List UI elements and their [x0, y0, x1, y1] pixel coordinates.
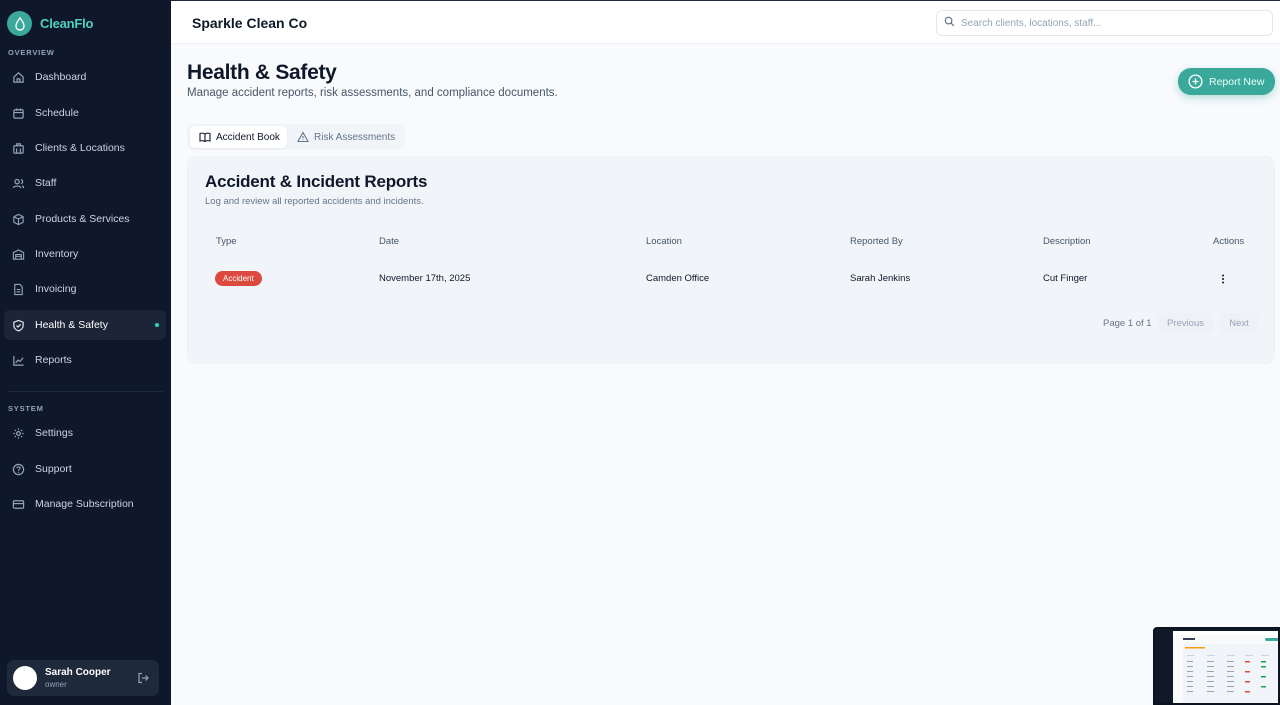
- page-title: Health & Safety: [187, 61, 337, 84]
- search-icon: [944, 14, 955, 32]
- topbar: Sparkle Clean Co: [171, 0, 1280, 44]
- brand[interactable]: CleanFlo: [7, 11, 93, 36]
- shield-check-icon: [11, 318, 25, 332]
- user-name: Sarah Cooper: [45, 667, 111, 678]
- accident-reports-card: Accident & Incident Reports Log and revi…: [187, 156, 1275, 364]
- user-card[interactable]: Sarah Cooper owner: [7, 660, 159, 696]
- column-header-actions: Actions: [1213, 236, 1245, 247]
- sidebar-item-support[interactable]: Support: [4, 454, 166, 484]
- gear-icon: [11, 426, 25, 440]
- sidebar: CleanFlo OVERVIEW Dashboard Schedule Cli…: [0, 0, 171, 705]
- more-vertical-icon[interactable]: [1218, 272, 1228, 286]
- status-badge: Accident: [215, 271, 262, 286]
- column-header-type[interactable]: Type: [216, 236, 237, 247]
- sidebar-item-settings[interactable]: Settings: [4, 418, 166, 448]
- avatar: [13, 666, 37, 690]
- users-icon: [11, 176, 25, 190]
- user-role: owner: [45, 680, 67, 689]
- cell-location: Camden Office: [646, 273, 710, 284]
- sidebar-item-label: Manage Subscription: [35, 498, 134, 510]
- thumbnail-sidebar: [1155, 629, 1172, 703]
- sidebar-item-manage-subscription[interactable]: Manage Subscription: [4, 489, 166, 519]
- system-section-label: SYSTEM: [8, 404, 44, 413]
- sidebar-item-label: Schedule: [35, 107, 79, 119]
- column-header-reported-by[interactable]: Reported By: [850, 236, 903, 247]
- tab-accident-book[interactable]: Accident Book: [190, 126, 287, 148]
- cell-description: Cut Finger: [1043, 273, 1088, 284]
- sidebar-item-dashboard[interactable]: Dashboard: [4, 62, 166, 92]
- sidebar-item-label: Clients & Locations: [35, 142, 125, 154]
- user-info: Sarah Cooper owner: [45, 667, 111, 689]
- brand-name: CleanFlo: [40, 16, 94, 31]
- calendar-icon: [11, 106, 25, 120]
- tabs: Accident Book Risk Assessments: [187, 124, 405, 150]
- column-header-date[interactable]: Date: [379, 236, 399, 247]
- report-new-button[interactable]: Report New: [1178, 68, 1275, 95]
- sidebar-item-label: Staff: [35, 177, 57, 189]
- tab-label: Accident Book: [216, 131, 280, 143]
- sidebar-item-schedule[interactable]: Schedule: [4, 98, 166, 128]
- sidebar-item-label: Reports: [35, 354, 72, 366]
- report-new-label: Report New: [1209, 75, 1265, 88]
- file-text-icon: [11, 282, 25, 296]
- sidebar-item-label: Invoicing: [35, 283, 77, 295]
- sidebar-item-label: Support: [35, 463, 72, 475]
- overview-section-label: OVERVIEW: [8, 48, 55, 57]
- sidebar-item-clients-locations[interactable]: Clients & Locations: [4, 133, 166, 163]
- cell-date: November 17th, 2025: [379, 273, 471, 284]
- box-icon: [11, 212, 25, 226]
- sidebar-item-label: Products & Services: [35, 213, 130, 225]
- active-indicator-dot: [155, 323, 159, 327]
- screen-preview-thumbnail[interactable]: [1153, 627, 1280, 705]
- column-header-description[interactable]: Description: [1043, 236, 1091, 247]
- plus-circle-icon: [1188, 74, 1203, 89]
- next-button[interactable]: Next: [1220, 313, 1258, 334]
- sidebar-item-products-services[interactable]: Products & Services: [4, 204, 166, 234]
- card-subtitle: Log and review all reported accidents an…: [205, 196, 424, 207]
- book-icon: [199, 131, 211, 143]
- sidebar-divider: [8, 391, 163, 392]
- sidebar-item-label: Dashboard: [35, 71, 87, 83]
- pagination-text: Page 1 of 1: [1103, 318, 1152, 329]
- building-icon: [11, 141, 25, 155]
- warning-triangle-icon: [297, 131, 309, 143]
- sidebar-item-reports[interactable]: Reports: [4, 345, 166, 375]
- sidebar-item-label: Inventory: [35, 248, 79, 260]
- thumbnail-main: [1173, 631, 1278, 703]
- sidebar-item-label: Settings: [35, 427, 73, 439]
- sidebar-item-staff[interactable]: Staff: [4, 168, 166, 198]
- cell-reported-by: Sarah Jenkins: [850, 273, 911, 284]
- credit-card-icon: [11, 497, 25, 511]
- search-box[interactable]: [936, 10, 1273, 36]
- company-name: Sparkle Clean Co: [192, 15, 308, 31]
- search-input[interactable]: [961, 17, 1261, 29]
- sidebar-item-inventory[interactable]: Inventory: [4, 239, 166, 269]
- tab-risk-assessments[interactable]: Risk Assessments: [288, 126, 400, 148]
- previous-button[interactable]: Previous: [1158, 313, 1213, 334]
- tab-label: Risk Assessments: [314, 131, 396, 143]
- line-chart-icon: [11, 353, 25, 367]
- sidebar-item-label: Health & Safety: [35, 319, 108, 331]
- column-header-location[interactable]: Location: [646, 236, 682, 247]
- help-circle-icon: [11, 462, 25, 476]
- home-icon: [11, 70, 25, 84]
- droplet-icon: [7, 11, 32, 36]
- sidebar-item-health-safety[interactable]: Health & Safety: [4, 310, 166, 340]
- warehouse-icon: [11, 247, 25, 261]
- card-title: Accident & Incident Reports: [205, 172, 428, 191]
- logout-icon[interactable]: [136, 671, 150, 685]
- page-subtitle: Manage accident reports, risk assessment…: [187, 87, 558, 99]
- sidebar-item-invoicing[interactable]: Invoicing: [4, 274, 166, 304]
